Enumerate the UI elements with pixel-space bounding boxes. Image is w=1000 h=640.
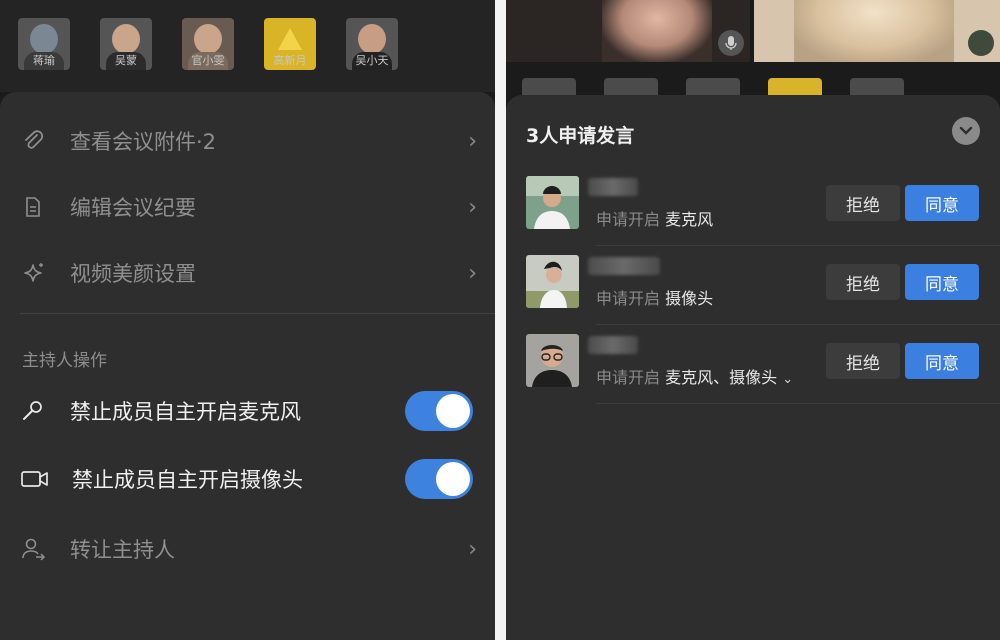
video-tile[interactable] (754, 0, 1000, 62)
chevron-down-icon (959, 126, 973, 135)
reject-button[interactable]: 拒绝 (826, 264, 900, 300)
participant-tile[interactable]: 吴小天 (346, 18, 398, 70)
reject-button[interactable]: 拒绝 (826, 185, 900, 221)
agree-button[interactable]: 同意 (905, 343, 979, 379)
divider (596, 403, 1000, 404)
participant-tile[interactable]: 官小雯 (182, 18, 234, 70)
right-screen: 3人申请发言 申请开启 麦克风 拒绝 同意 申请开启 摄像头 拒绝 同意 申请开… (506, 0, 1000, 640)
warning-icon (278, 28, 302, 50)
status-icon (968, 30, 994, 56)
agree-button[interactable]: 同意 (905, 185, 979, 221)
menu-item-label: 查看会议附件·2 (70, 130, 217, 154)
participant-tile[interactable]: 蒋瑜 (18, 18, 70, 70)
speak-request-row: 申请开启 麦克风 拒绝 同意 (506, 176, 1000, 255)
host-action-camera: 禁止成员自主开启摄像头 (0, 454, 495, 504)
host-action-mic: 禁止成员自主开启麦克风 (0, 386, 495, 436)
menu-item-label: 视频美颜设置 (70, 262, 196, 286)
chevron-right-icon: › (468, 260, 477, 286)
menu-item-attachments[interactable]: 查看会议附件·2 › (0, 116, 495, 166)
paperclip-icon (20, 128, 46, 154)
chevron-right-icon: › (468, 194, 477, 220)
left-screen: 蒋瑜 吴蒙 官小雯 高新月 吴小天 查看会议附件·2 › 编辑会议纪要 › 视频… (0, 0, 495, 640)
more-options-sheet: 查看会议附件·2 › 编辑会议纪要 › 视频美颜设置 › 主持人操作 禁止成员自… (0, 92, 495, 640)
blurred-name (588, 257, 660, 275)
host-action-label: 禁止成员自主开启摄像头 (72, 468, 303, 492)
sparkle-icon (20, 260, 46, 286)
participant-strip: 蒋瑜 吴蒙 官小雯 高新月 吴小天 (0, 0, 495, 92)
video-tile[interactable] (506, 0, 750, 62)
document-icon (20, 194, 46, 220)
participant-name: 高新月 (273, 54, 307, 67)
microphone-icon (20, 398, 46, 424)
menu-item-label: 转让主持人 (70, 538, 175, 562)
divider (596, 324, 1000, 325)
menu-item-minutes[interactable]: 编辑会议纪要 › (0, 182, 495, 232)
participant-tile[interactable]: 高新月 (264, 18, 316, 70)
blurred-name (588, 178, 638, 196)
chevron-down-icon: ⌄ (782, 372, 794, 387)
section-title: 主持人操作 (22, 351, 107, 371)
participant-name: 吴蒙 (115, 54, 137, 67)
chevron-right-icon: › (468, 128, 477, 154)
screen-divider (495, 0, 506, 640)
request-text[interactable]: 申请开启 麦克风、摄像头 ⌄ (596, 364, 793, 388)
mute-camera-toggle[interactable] (405, 459, 473, 499)
request-text: 申请开启 麦克风 (596, 210, 714, 229)
chevron-right-icon: › (468, 536, 477, 562)
microphone-icon (718, 30, 744, 56)
menu-item-label: 编辑会议纪要 (70, 196, 196, 220)
sheet-title: 3人申请发言 (526, 125, 635, 147)
divider (596, 245, 1000, 246)
avatar (526, 255, 579, 308)
menu-item-transfer-host[interactable]: 转让主持人 › (0, 524, 495, 574)
transfer-host-icon (20, 536, 46, 562)
mute-mic-toggle[interactable] (405, 391, 473, 431)
blurred-name (588, 336, 638, 354)
participant-name: 蒋瑜 (33, 54, 55, 67)
speak-request-sheet: 3人申请发言 申请开启 麦克风 拒绝 同意 申请开启 摄像头 拒绝 同意 申请开… (506, 95, 1000, 640)
host-action-label: 禁止成员自主开启麦克风 (70, 400, 301, 424)
participant-tile[interactable]: 吴蒙 (100, 18, 152, 70)
participant-name: 官小雯 (191, 54, 225, 67)
divider (20, 313, 495, 314)
camera-icon (20, 466, 50, 492)
avatar (526, 176, 579, 229)
collapse-button[interactable] (952, 117, 980, 145)
reject-button[interactable]: 拒绝 (826, 343, 900, 379)
participant-name: 吴小天 (355, 54, 389, 67)
request-text: 申请开启 摄像头 (596, 289, 714, 308)
agree-button[interactable]: 同意 (905, 264, 979, 300)
menu-item-beauty[interactable]: 视频美颜设置 › (0, 248, 495, 298)
speak-request-row: 申请开启 摄像头 拒绝 同意 (506, 255, 1000, 334)
avatar (526, 334, 579, 387)
speak-request-row: 申请开启 麦克风、摄像头 ⌄ 拒绝 同意 (506, 334, 1000, 413)
